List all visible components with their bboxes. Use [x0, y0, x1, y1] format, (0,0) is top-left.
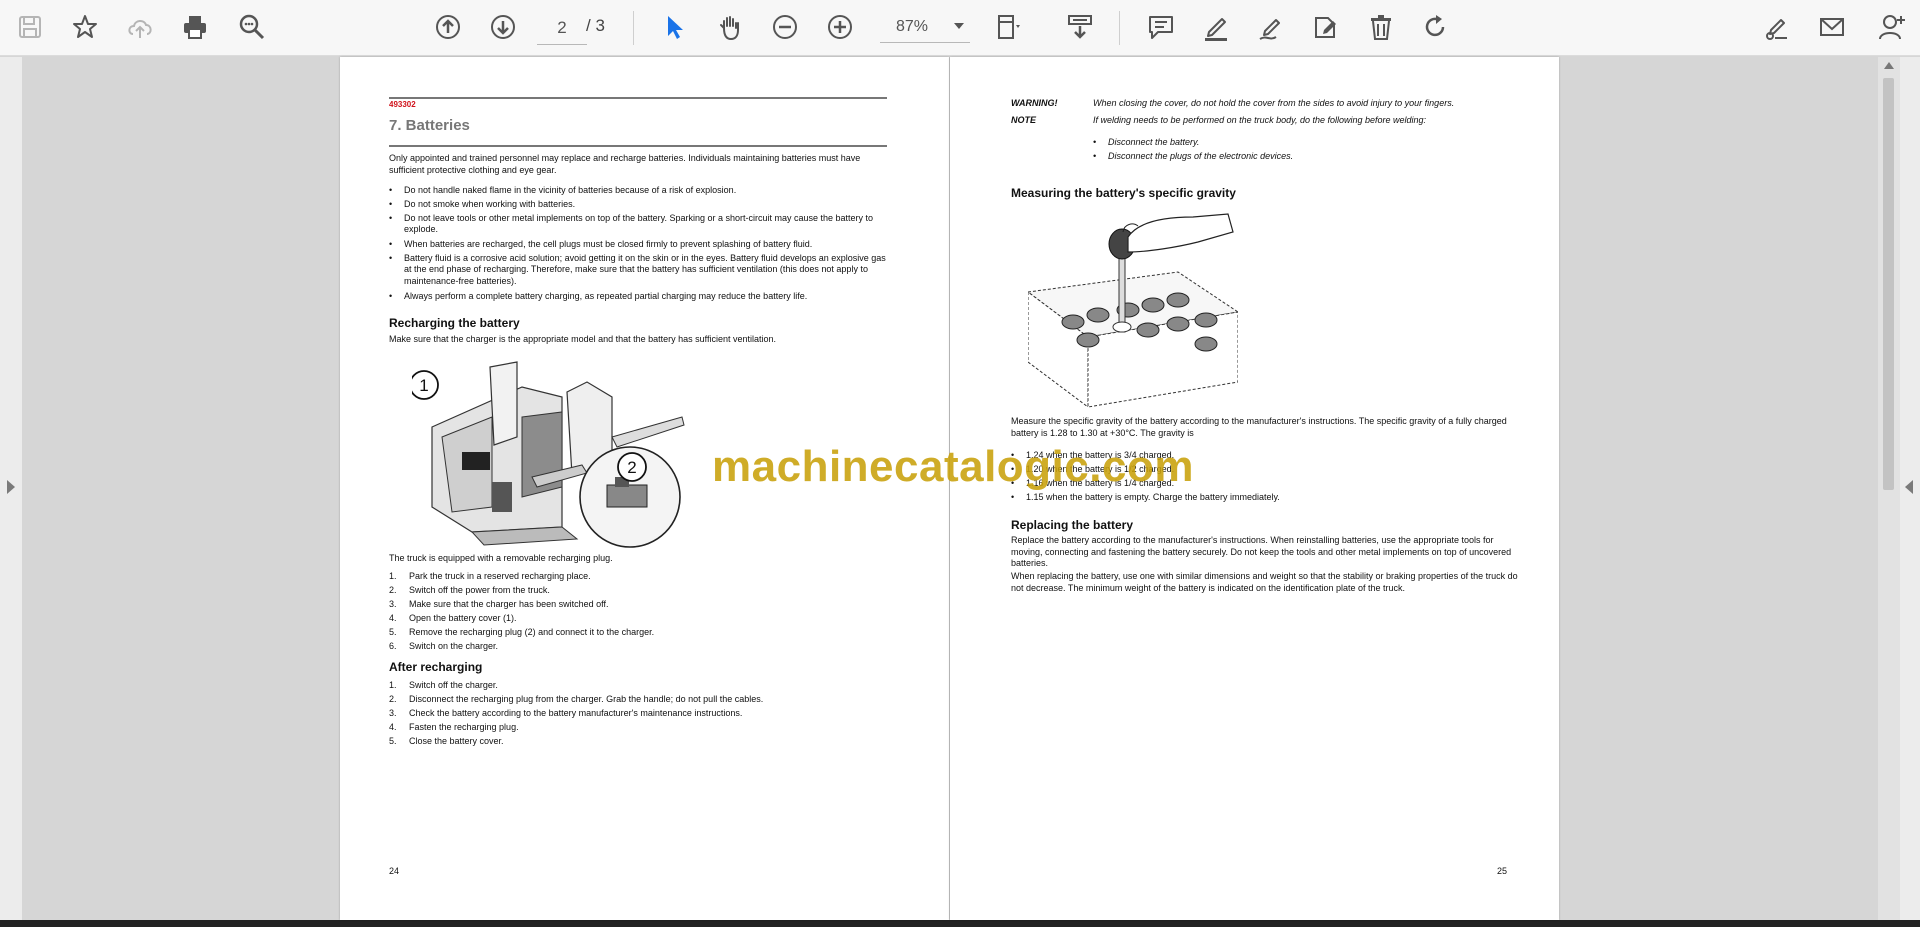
list-item: • Disconnect the battery. [1093, 137, 1200, 147]
page-number: 24 [389, 866, 400, 876]
toolbar: / 3 87% [0, 0, 1920, 56]
warning-label: WARNING! [1011, 98, 1058, 108]
section-heading: Replacing the battery [1011, 518, 1134, 532]
truck-charging-illustration: 1 2 [412, 361, 685, 548]
bookmark-star-icon[interactable] [67, 9, 103, 45]
page-up-icon[interactable] [430, 9, 466, 45]
page-number-input[interactable] [537, 12, 587, 45]
page-number: 25 [1497, 866, 1508, 876]
scroll-up-arrow-icon[interactable] [1884, 62, 1894, 69]
chapter-title: 7. Batteries [389, 117, 470, 134]
note-text: If welding needs to be performed on the … [1093, 115, 1427, 125]
select-cursor-icon[interactable] [656, 9, 692, 45]
comment-icon[interactable] [1143, 9, 1179, 45]
intro-paragraph: Only appointed and trained personnel may… [389, 153, 861, 175]
page-fit-icon[interactable] [991, 9, 1027, 45]
list-item: 5. Remove the recharging plug (2) and con… [389, 627, 655, 637]
bottom-bar [0, 920, 1920, 927]
warning-text: When closing the cover, do not hold the … [1093, 98, 1455, 108]
replacing-paragraph: When replacing the battery, use one with… [1011, 571, 1518, 593]
page-down-icon[interactable] [485, 9, 521, 45]
page-total: / 3 [586, 16, 605, 35]
cloud-upload-icon[interactable] [122, 9, 158, 45]
toolbar-divider [633, 11, 634, 45]
watermark: machinecatalogic.com [712, 442, 1194, 491]
list-item: • Battery fluid is a corrosive acid solut… [389, 253, 886, 286]
list-item: 1. Park the truck in a reserved rechargin… [389, 571, 591, 581]
add-user-icon[interactable] [1874, 9, 1910, 45]
chevron-down-icon [954, 23, 964, 29]
list-item: 2. Disconnect the recharging plug from th… [389, 694, 764, 704]
list-item: • Disconnect the plugs of the electronic … [1093, 151, 1294, 161]
document-number: 493302 [389, 100, 416, 109]
zoom-search-icon[interactable] [234, 9, 270, 45]
callout-1: 1 [419, 376, 428, 395]
hydrometer-illustration [1028, 213, 1238, 408]
save-icon[interactable] [12, 9, 48, 45]
list-item: • Do not leave tools or other metal imple… [389, 213, 874, 235]
scrollbar-thumb[interactable] [1883, 78, 1894, 490]
section-heading: Measuring the battery's specific gravity [1011, 186, 1236, 200]
header-rule [389, 97, 887, 99]
list-item: • Always perform a complete battery charg… [389, 291, 808, 301]
list-item: • 1.15 when the battery is empty. Charge … [1011, 492, 1280, 502]
zoom-select[interactable]: 87% [880, 12, 970, 43]
list-item: • When batteries are recharged, the cell … [389, 239, 813, 249]
expand-right-panel-icon[interactable] [1905, 480, 1913, 494]
list-item: 4. Open the battery cover (1). [389, 613, 517, 623]
note-label: NOTE [1011, 115, 1037, 125]
scroll-mode-icon[interactable] [1062, 9, 1098, 45]
highlight-pen-icon[interactable] [1198, 9, 1234, 45]
list-item: 5. Close the battery cover. [389, 736, 504, 746]
list-item: 3. Check the battery according to the bat… [389, 708, 743, 718]
list-item: • Do not handle naked flame in the vicini… [389, 185, 737, 195]
zoom-out-icon[interactable] [767, 9, 803, 45]
section-paragraph: Make sure that the charger is the approp… [389, 334, 777, 344]
toolbar-divider [1119, 11, 1120, 45]
sign-icon[interactable] [1758, 9, 1794, 45]
list-item: • Do not smoke when working with batterie… [389, 199, 576, 209]
email-icon[interactable] [1814, 9, 1850, 45]
section-heading: Recharging the battery [389, 316, 520, 330]
callout-2: 2 [627, 458, 636, 477]
list-item: 3. Make sure that the charger has been sw… [389, 599, 609, 609]
zoom-in-icon[interactable] [822, 9, 858, 45]
zoom-value: 87% [896, 18, 929, 35]
draw-icon[interactable] [1253, 9, 1289, 45]
print-icon[interactable] [177, 9, 213, 45]
replacing-paragraph: Replace the battery according to the man… [1011, 535, 1512, 568]
plug-note: The truck is equipped with a removable r… [389, 553, 613, 563]
list-item: 4. Fasten the recharging plug. [389, 722, 519, 732]
section-heading: After recharging [389, 660, 483, 674]
rotate-icon[interactable] [1417, 9, 1453, 45]
hand-pan-icon[interactable] [712, 9, 748, 45]
delete-icon[interactable] [1363, 9, 1399, 45]
gravity-paragraph: Measure the specific gravity of the batt… [1011, 416, 1507, 438]
expand-left-panel-icon[interactable] [7, 480, 15, 494]
stamp-icon[interactable] [1308, 9, 1344, 45]
list-item: 1. Switch off the charger. [389, 680, 498, 690]
list-item: 6. Switch on the charger. [389, 641, 499, 651]
header-rule [389, 145, 887, 147]
list-item: 2. Switch off the power from the truck. [389, 585, 550, 595]
